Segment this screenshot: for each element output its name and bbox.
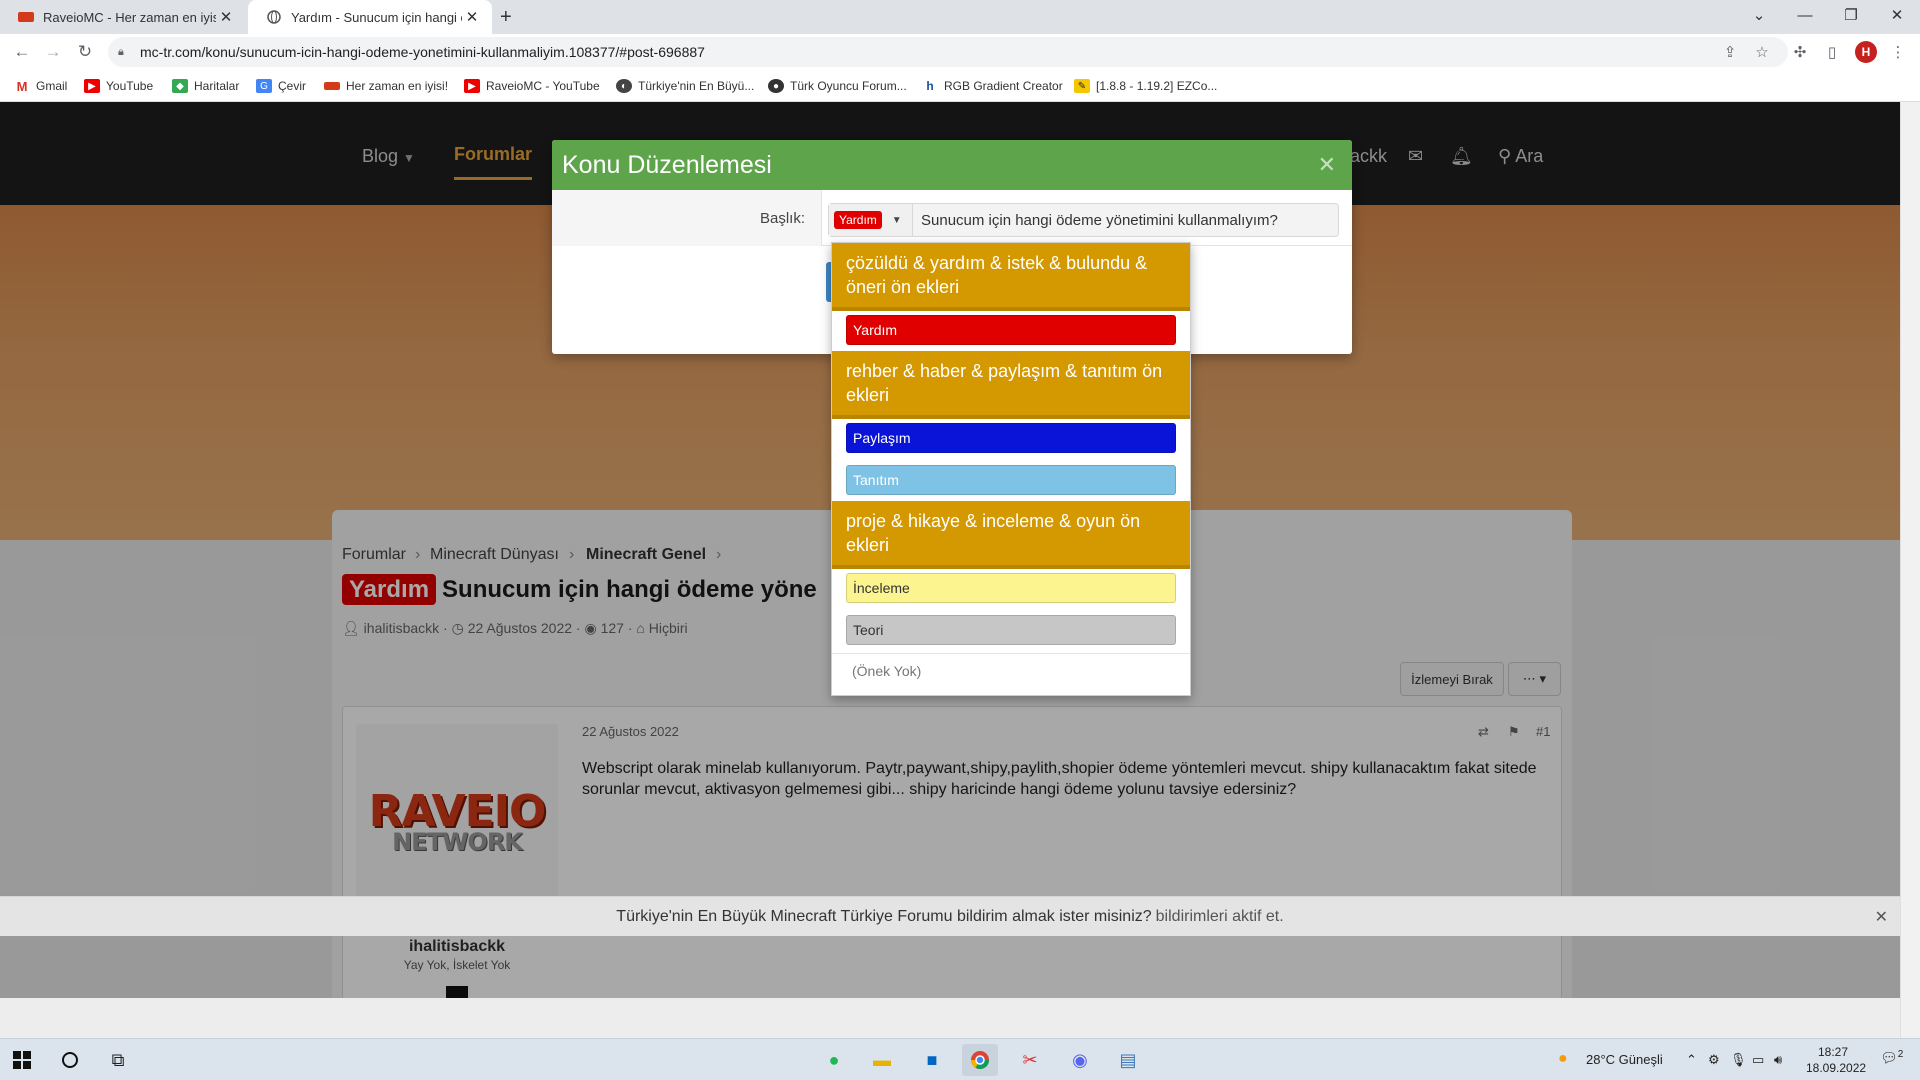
title-input[interactable] xyxy=(913,204,1338,236)
title-input-group: Yardım ▼ xyxy=(828,203,1339,237)
raveio-favicon-icon xyxy=(18,9,34,25)
title-row: Başlık: Yardım ▼ xyxy=(552,190,1352,246)
raveio-icon xyxy=(324,82,340,90)
prefix-select[interactable]: Yardım ▼ xyxy=(829,204,913,236)
tab-close-icon[interactable]: ✕ xyxy=(462,8,482,26)
translate-icon: G xyxy=(256,79,272,93)
bookmark-translate[interactable]: G Çevir xyxy=(256,77,306,95)
prefix-option-teori[interactable]: Teori xyxy=(846,615,1176,645)
address-bar[interactable]: 🔒︎ mc-tr.com/konu/sunucum-icin-hangi-ode… xyxy=(108,37,1788,67)
lock-icon: 🔒︎ xyxy=(118,45,124,58)
prefix-option-paylasim[interactable]: Paylaşım xyxy=(846,423,1176,453)
close-icon[interactable]: ✕ xyxy=(1318,152,1336,178)
bookmark-rgb[interactable]: h RGB Gradient Creator xyxy=(922,77,1063,95)
bookmark-turkiye[interactable]: ◐ Türkiye'nin En Büyü... xyxy=(616,77,754,95)
prefix-dropdown: çözüldü & yardım & istek & bulundu & öne… xyxy=(831,242,1191,696)
dropdown-divider xyxy=(832,653,1190,654)
prefix-option-none[interactable]: (Önek Yok) xyxy=(852,663,921,679)
tray-app-icon[interactable]: ⚙ xyxy=(1708,1052,1720,1068)
reload-icon[interactable]: ↻ xyxy=(73,40,97,64)
close-icon[interactable]: ✕ xyxy=(1875,907,1888,927)
notice-text: Türkiye'nin En Büyük Minecraft Türkiye F… xyxy=(616,907,1152,925)
tab-yardim[interactable]: Yardım - Sunucum için hangi öde ✕ xyxy=(248,0,492,34)
page-scrollbar[interactable] xyxy=(1900,102,1920,1038)
title-label: Başlık: xyxy=(760,210,806,227)
tab-search-icon[interactable]: ⌄ xyxy=(1736,0,1782,30)
youtube-icon: ▶ xyxy=(464,79,480,93)
maps-icon: ◆ xyxy=(172,79,188,93)
bookmark-star-icon[interactable]: ☆ xyxy=(1752,42,1772,62)
modal-title: Konu Düzenlemesi xyxy=(562,150,772,179)
site-icon: ◐ xyxy=(616,79,632,93)
weather-sun-icon: ● xyxy=(1558,1050,1568,1067)
task-view-icon[interactable]: ⧉ xyxy=(100,1044,136,1076)
weather-text[interactable]: 28°C Güneşli xyxy=(1586,1052,1663,1067)
bookmark-raveio-youtube[interactable]: ▶ RaveioMC - YouTube xyxy=(464,77,600,95)
taskbar-clock[interactable]: 18:27 18.09.2022 xyxy=(1806,1044,1867,1076)
bookmark-ezco[interactable]: ✎ [1.8.8 - 1.19.2] EZCo... xyxy=(1074,77,1217,95)
volume-icon[interactable]: 🔊︎ xyxy=(1774,1052,1782,1068)
discord-icon[interactable]: ◉ xyxy=(1062,1044,1098,1076)
close-window-button[interactable]: ✕ xyxy=(1874,0,1920,30)
prefix-group-header: proje & hikaye & inceleme & oyun ön ekle… xyxy=(832,501,1190,569)
bookmarks-bar: M Gmail ▶ YouTube ◆ Haritalar G Çevir Her za… xyxy=(0,70,1920,102)
new-tab-button[interactable]: + xyxy=(500,6,520,28)
enable-notifications-link[interactable]: bildirimleri aktif et. xyxy=(1156,908,1284,926)
site-icon: ● xyxy=(768,79,784,93)
prefix-group-header: rehber & haber & paylaşım & tanıtım ön e… xyxy=(832,351,1190,419)
bookmark-gmail[interactable]: M Gmail xyxy=(14,77,67,95)
url-text: mc-tr.com/konu/sunucum-icin-hangi-odeme-… xyxy=(140,44,705,60)
notification-count: 2 xyxy=(1897,1049,1904,1060)
bookmark-raveio[interactable]: Her zaman en iyisi! xyxy=(324,77,448,95)
youtube-icon: ▶ xyxy=(84,79,100,93)
extensions-icon[interactable]: ✣ xyxy=(1790,42,1810,62)
clock-time: 18:27 xyxy=(1817,1045,1849,1059)
minimize-button[interactable]: — xyxy=(1782,0,1828,30)
selected-prefix-badge: Yardım xyxy=(834,211,882,229)
spotify-icon[interactable]: ● xyxy=(816,1044,852,1076)
notepad-icon[interactable]: ▤ xyxy=(1110,1044,1146,1076)
prefix-option-inceleme[interactable]: İnceleme xyxy=(846,573,1176,603)
windows-start-icon[interactable] xyxy=(4,1044,40,1076)
snipping-tool-icon[interactable]: ✂ xyxy=(1012,1044,1048,1076)
rgb-icon: h xyxy=(922,79,938,93)
clock-date: 18.09.2022 xyxy=(1806,1061,1867,1075)
plugin-icon: ✎ xyxy=(1074,79,1090,93)
network-icon[interactable]: ▭ xyxy=(1752,1052,1764,1068)
gmail-icon: M xyxy=(14,79,30,94)
modal-header: Konu Düzenlemesi ✕ xyxy=(552,140,1352,190)
label-column: Başlık: xyxy=(552,190,822,246)
store-icon[interactable]: ■ xyxy=(914,1044,950,1076)
bookmark-maps[interactable]: ◆ Haritalar xyxy=(172,77,239,95)
bookmark-turk-oyuncu[interactable]: ● Türk Oyuncu Forum... xyxy=(768,77,907,95)
browser-tab-strip: RaveioMC - Her zaman en iyisi! ✕ Yardım … xyxy=(0,0,1920,34)
side-panel-icon[interactable]: ▯ xyxy=(1822,42,1842,62)
web-page: Blog ▼ Forumlar ackk ✉ 🔔︎ ⚲ Ara Forumlar… xyxy=(0,102,1900,998)
menu-kebab-icon[interactable]: ⋮ xyxy=(1888,42,1908,62)
tab-raveiomc[interactable]: RaveioMC - Her zaman en iyisi! ✕ xyxy=(0,0,246,34)
microphone-icon[interactable]: 🎙︎ xyxy=(1730,1052,1747,1068)
notification-prompt-bar: Türkiye'nin En Büyük Minecraft Türkiye F… xyxy=(0,896,1900,936)
browser-toolbar: ← → ↻ 🔒︎ mc-tr.com/konu/sunucum-icin-han… xyxy=(0,34,1920,70)
share-icon[interactable]: ⇪ xyxy=(1720,42,1740,62)
tray-chevron-icon[interactable]: ⌃ xyxy=(1686,1052,1697,1068)
forward-icon[interactable]: → xyxy=(41,40,65,64)
prefix-option-tanitim[interactable]: Tanıtım xyxy=(846,465,1176,495)
prefix-group-header: çözüldü & yardım & istek & bulundu & öne… xyxy=(832,243,1190,311)
search-icon[interactable] xyxy=(52,1044,88,1076)
tab-title: RaveioMC - Her zaman en iyisi! xyxy=(43,9,216,25)
chrome-icon[interactable] xyxy=(962,1044,998,1076)
tab-close-icon[interactable]: ✕ xyxy=(216,8,236,26)
tab-title: Yardım - Sunucum için hangi öde xyxy=(291,9,462,25)
bookmark-youtube[interactable]: ▶ YouTube xyxy=(84,77,153,95)
chevron-down-icon: ▼ xyxy=(891,214,902,226)
windows-taskbar: ⧉ ● ▬ ■ ✂ ◉ ▤ ● 28°C Güneşli ⌃ ⚙ 🎙︎ ▭ 🔊︎… xyxy=(0,1038,1920,1080)
back-icon[interactable]: ← xyxy=(10,40,34,64)
profile-avatar[interactable]: H xyxy=(1855,41,1877,63)
file-explorer-icon[interactable]: ▬ xyxy=(864,1044,900,1076)
notification-center-icon[interactable]: 💬︎2 xyxy=(1880,1049,1903,1067)
prefix-option-yardim[interactable]: Yardım xyxy=(846,315,1176,345)
globe-icon xyxy=(266,9,282,25)
restore-button[interactable]: ❐ xyxy=(1828,0,1874,30)
